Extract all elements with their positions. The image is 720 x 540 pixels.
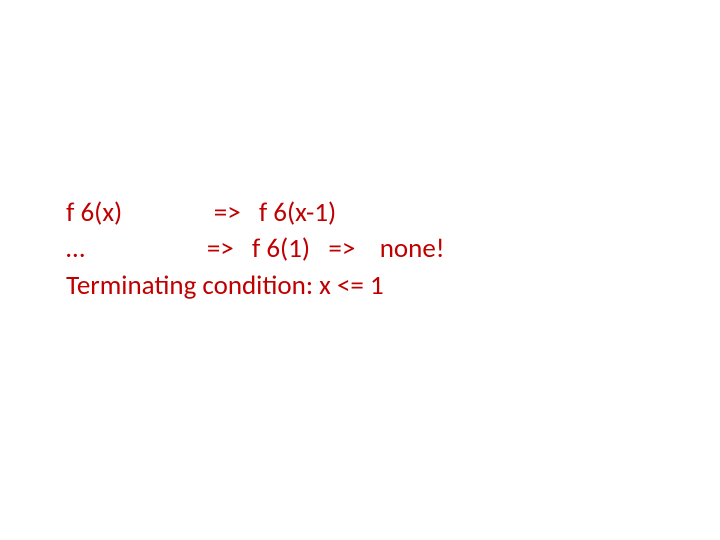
text-line-1: f 6(x) => f 6(x-1) xyxy=(60,195,445,231)
slide-text-block: f 6(x) => f 6(x-1) … => f 6(1) => none! … xyxy=(60,195,445,304)
text-line-3: Terminating condition: x <= 1 xyxy=(60,268,445,304)
text-line-2: … => f 6(1) => none! xyxy=(60,231,445,267)
